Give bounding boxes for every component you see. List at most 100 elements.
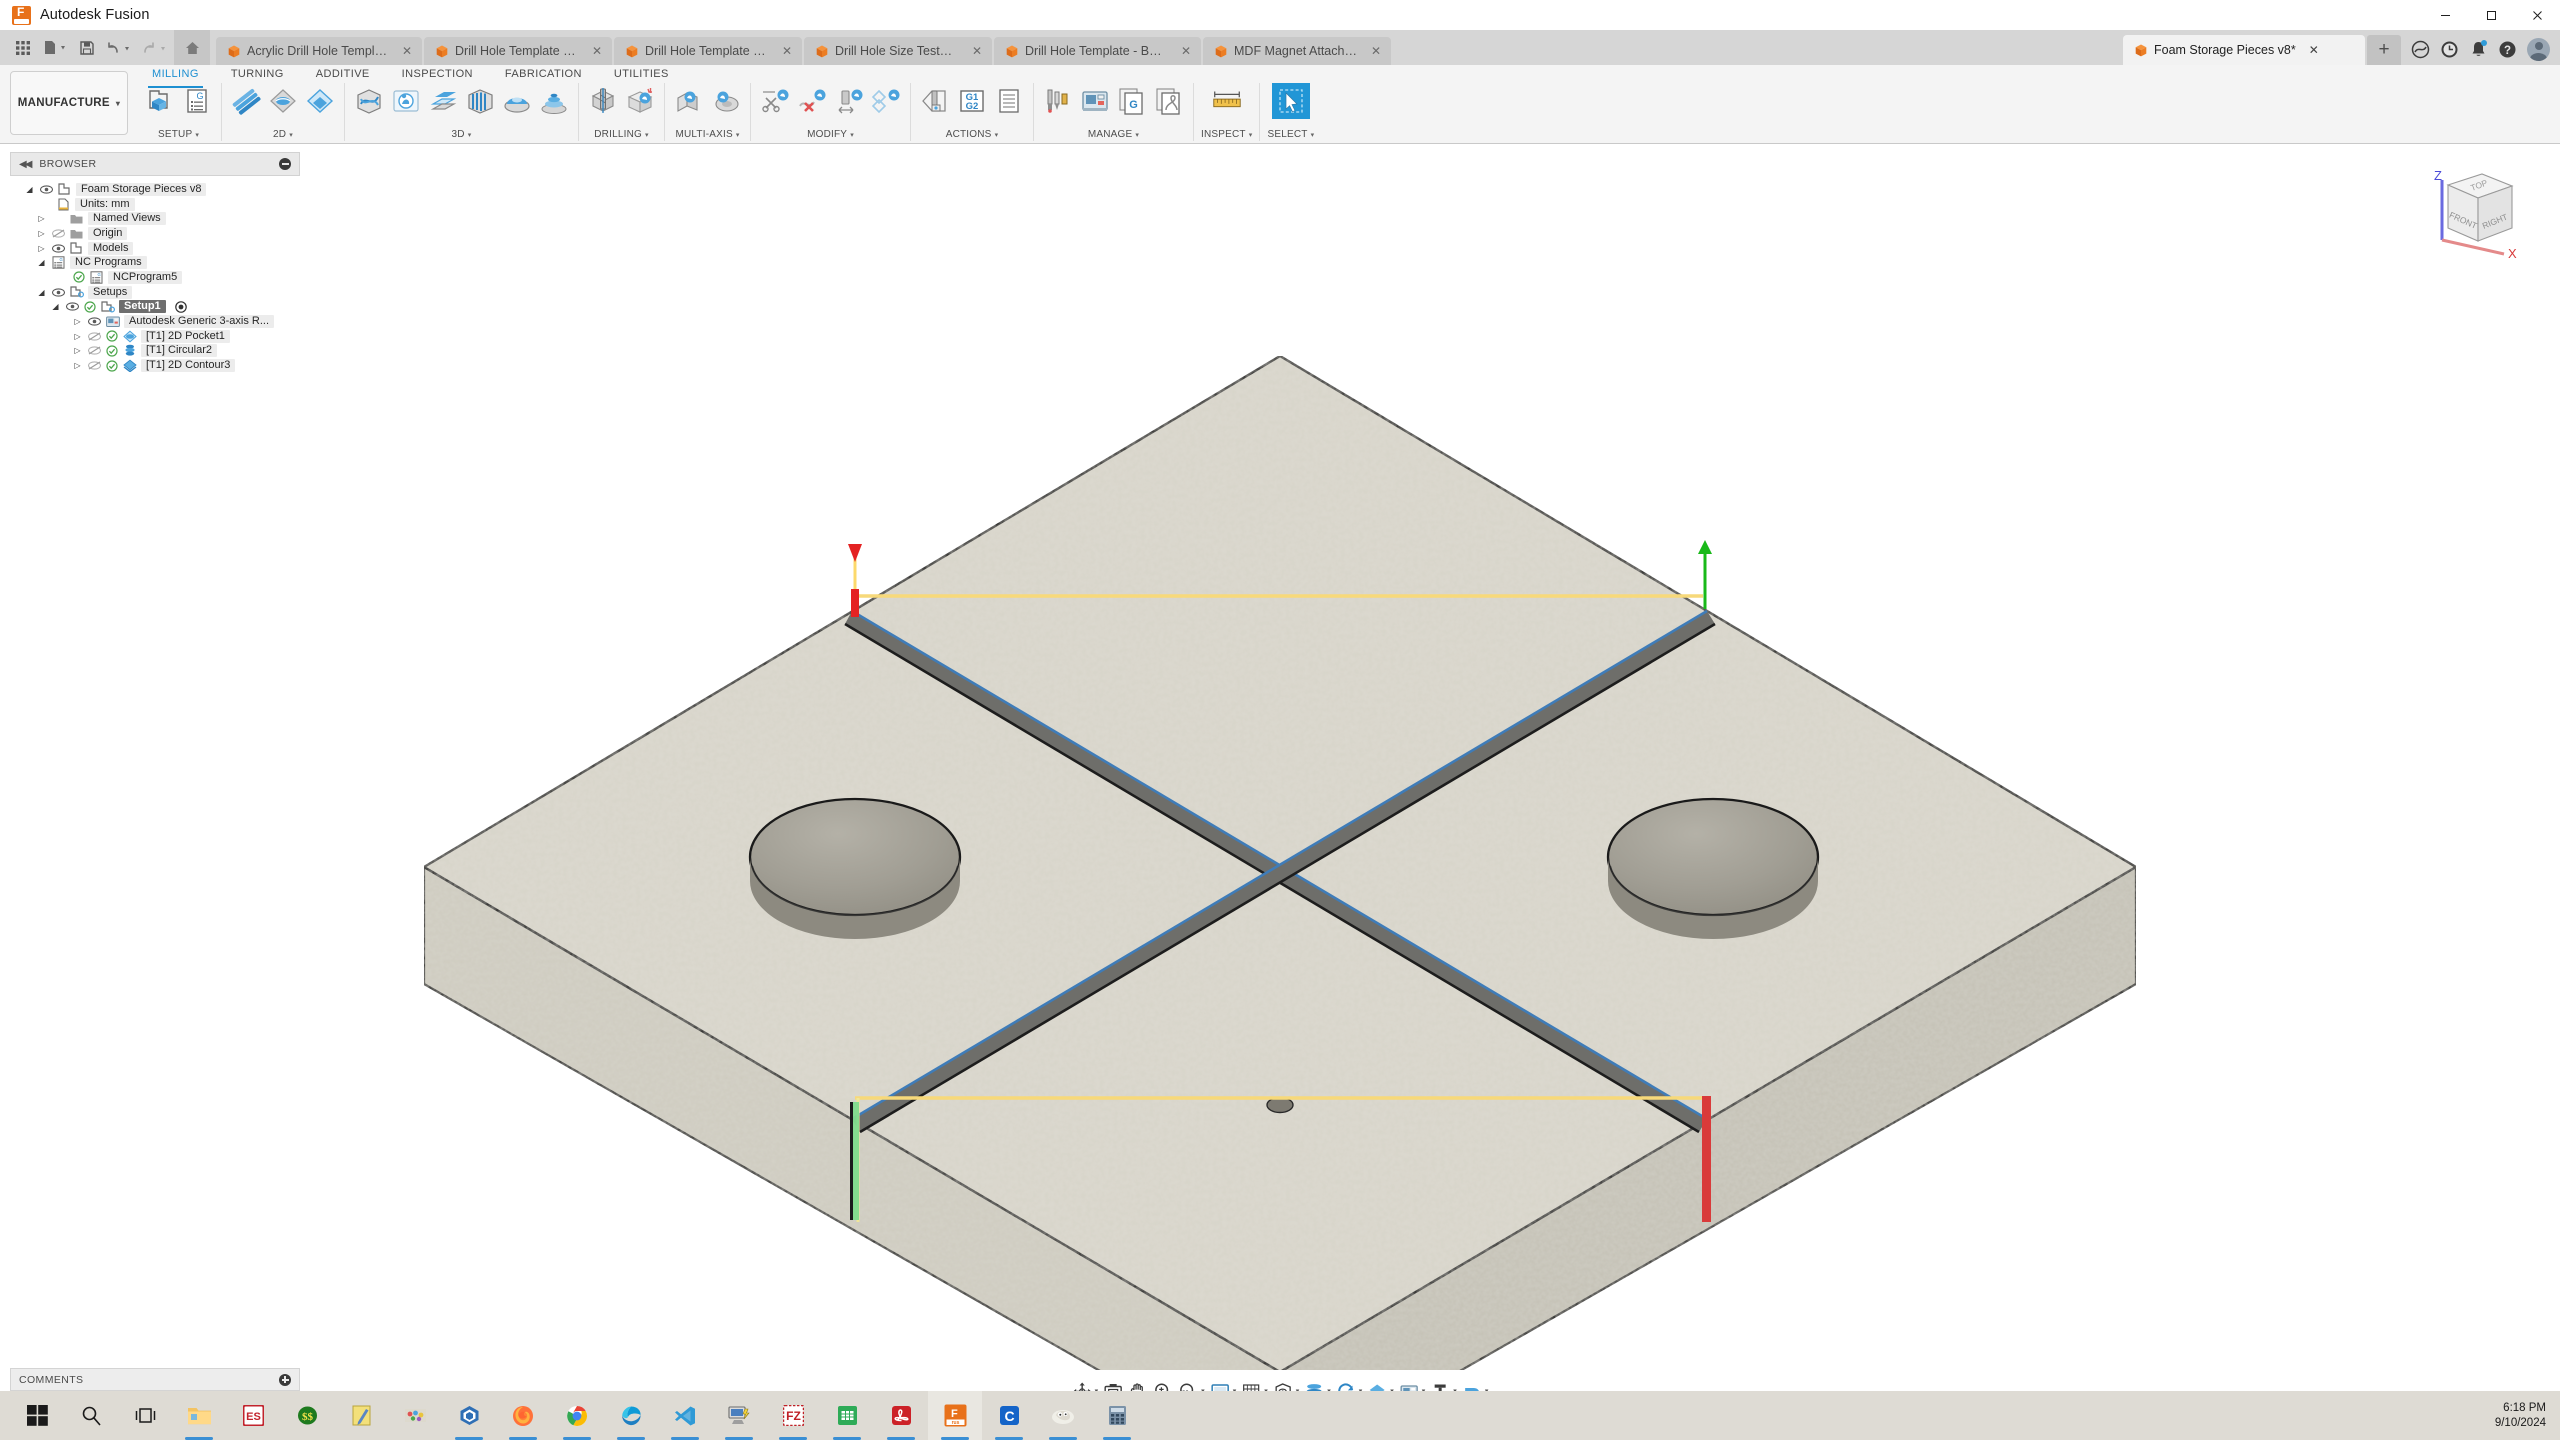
- calculator-icon[interactable]: [1090, 1391, 1144, 1440]
- ribbon-tab-utilities[interactable]: UTILITIES: [598, 65, 685, 85]
- close-button[interactable]: [2514, 0, 2560, 30]
- swarf-icon[interactable]: [672, 83, 706, 119]
- tree-node-origin[interactable]: ▷ Origin: [10, 226, 300, 241]
- expand-arrow-icon[interactable]: ▷: [36, 244, 47, 253]
- visibility-eye-icon[interactable]: [87, 316, 101, 328]
- tab-close-icon[interactable]: ✕: [782, 45, 792, 57]
- tab-close-icon[interactable]: ✕: [972, 45, 982, 57]
- view-cube[interactable]: Z X TOP FRONT RIGHT: [2420, 158, 2525, 263]
- post-process-icon[interactable]: G1 G2: [955, 83, 989, 119]
- ribbon-tab-additive[interactable]: ADDITIVE: [300, 65, 386, 85]
- tree-node-circular2[interactable]: ▷ [T1] Circular2: [10, 344, 300, 359]
- vscode-icon[interactable]: [658, 1391, 712, 1440]
- document-tab[interactable]: Drill Hole Template - Top v2 ✕: [424, 37, 612, 65]
- multi-axis-contour-icon[interactable]: [709, 83, 743, 119]
- tree-node-setup1[interactable]: ◢ Setup1: [10, 300, 300, 315]
- tab-close-icon[interactable]: ✕: [592, 45, 602, 57]
- adaptive-2d-icon[interactable]: [266, 83, 300, 119]
- job-status-icon[interactable]: [2436, 36, 2462, 62]
- simulate-icon[interactable]: [918, 83, 952, 119]
- delete-toolpath-icon[interactable]: [795, 83, 829, 119]
- tree-node-machine[interactable]: ▷ Autodesk Generic 3-axis R...: [10, 314, 300, 329]
- extend-icon[interactable]: [832, 83, 866, 119]
- document-tab[interactable]: Acrylic Drill Hole Template v10 ✕: [216, 37, 422, 65]
- expand-arrow-icon[interactable]: ▷: [72, 361, 83, 370]
- acrobat-icon[interactable]: [874, 1391, 928, 1440]
- tree-node-models[interactable]: ▷ Models: [10, 241, 300, 256]
- spiral-icon[interactable]: [537, 83, 571, 119]
- expand-arrow-icon[interactable]: ▷: [72, 317, 83, 326]
- filezilla-icon[interactable]: FZ: [766, 1391, 820, 1440]
- chevron-down-icon[interactable]: ▾: [850, 132, 854, 139]
- document-tab-active[interactable]: Foam Storage Pieces v8* ✕: [2123, 35, 2365, 65]
- parallel-icon[interactable]: [463, 83, 497, 119]
- tree-node-setups[interactable]: ◢ Setups: [10, 285, 300, 300]
- select-icon[interactable]: [1271, 83, 1310, 119]
- trim-icon[interactable]: [758, 83, 792, 119]
- tab-close-icon[interactable]: ✕: [1371, 45, 1381, 57]
- adaptive-clearing-icon[interactable]: [352, 83, 386, 119]
- taskbar-clock[interactable]: 6:18 PM 9/10/2024: [2495, 1391, 2546, 1440]
- ribbon-tab-milling[interactable]: MILLING: [136, 65, 215, 88]
- visibility-eye-hidden-icon[interactable]: [87, 345, 101, 357]
- help-icon[interactable]: ?: [2494, 36, 2520, 62]
- visibility-eye-icon[interactable]: [51, 242, 65, 254]
- search-icon[interactable]: [64, 1391, 118, 1440]
- chevron-down-icon[interactable]: ▾: [289, 132, 293, 139]
- bore-icon[interactable]: [623, 83, 657, 119]
- workspace-selector[interactable]: MANUFACTURE ▾: [10, 71, 128, 135]
- chevron-down-icon[interactable]: ▾: [1249, 132, 1253, 139]
- collapse-left-icon[interactable]: ◀◀: [19, 159, 32, 170]
- ribbon-tab-inspection[interactable]: INSPECTION: [386, 65, 489, 85]
- app-grid-icon[interactable]: [10, 35, 36, 61]
- document-tab[interactable]: Drill Hole Template #1 v8* ✕: [614, 37, 802, 65]
- chevron-down-icon[interactable]: ▾: [1135, 132, 1139, 139]
- ribbon-tab-turning[interactable]: TURNING: [215, 65, 300, 85]
- task-view-icon[interactable]: [118, 1391, 172, 1440]
- pocket-2d-icon[interactable]: [303, 83, 337, 119]
- 3d-viewport[interactable]: Z X TOP FRONT RIGHT: [0, 144, 2560, 1370]
- expand-arrow-icon[interactable]: ▷: [36, 229, 47, 238]
- activate-setup-icon[interactable]: [175, 300, 188, 313]
- tab-close-icon[interactable]: ✕: [1181, 45, 1191, 57]
- account-avatar[interactable]: [2527, 37, 2550, 61]
- pocket-clearing-icon[interactable]: [389, 83, 423, 119]
- chevron-down-icon[interactable]: ▾: [1311, 132, 1315, 139]
- chevron-down-icon[interactable]: ▾: [736, 132, 740, 139]
- fusion-icon[interactable]: Frus: [928, 1391, 982, 1440]
- plus-circle-icon[interactable]: [279, 1373, 291, 1386]
- expand-arrow-icon[interactable]: ▷: [72, 346, 83, 355]
- visibility-eye-icon[interactable]: [51, 286, 65, 298]
- horizontal-icon[interactable]: [426, 83, 460, 119]
- drill-icon[interactable]: [586, 83, 620, 119]
- tree-node-nc-programs[interactable]: ◢ G NC Programs: [10, 255, 300, 270]
- tree-node-2d-pocket1[interactable]: ▷ [T1] 2D Pocket1: [10, 329, 300, 344]
- document-tab[interactable]: Drill Hole Template - Bottom v9 ✕: [994, 37, 1201, 65]
- face-icon[interactable]: [229, 83, 263, 119]
- paint-icon[interactable]: [388, 1391, 442, 1440]
- expand-arrow-icon[interactable]: ◢: [36, 288, 47, 297]
- post-library-icon[interactable]: G: [1115, 83, 1149, 119]
- redo-icon[interactable]: [138, 35, 172, 61]
- tree-node-foam-storage-pieces[interactable]: ◢ Foam Storage Pieces v8: [10, 182, 300, 197]
- visibility-eye-hidden-icon[interactable]: [87, 360, 101, 372]
- calc-sheets-icon[interactable]: [820, 1391, 874, 1440]
- setup-sheet-icon[interactable]: [992, 83, 1026, 119]
- expand-arrow-icon[interactable]: ◢: [36, 258, 47, 267]
- tool-library-icon[interactable]: [1041, 83, 1075, 119]
- prusa-slicer-icon[interactable]: [442, 1391, 496, 1440]
- tree-node-units[interactable]: Units: mm: [10, 197, 300, 212]
- tree-node-2d-contour3[interactable]: ▷ [T1] 2D Contour3: [10, 358, 300, 373]
- edge-icon[interactable]: [604, 1391, 658, 1440]
- remote-desktop-icon[interactable]: [712, 1391, 766, 1440]
- start-icon[interactable]: [10, 1391, 64, 1440]
- visibility-eye-hidden-icon[interactable]: [87, 330, 101, 342]
- notepad-icon[interactable]: [334, 1391, 388, 1440]
- tree-node-ncprogram5[interactable]: G NCProgram5: [10, 270, 300, 285]
- comments-panel[interactable]: COMMENTS: [10, 1368, 300, 1391]
- expand-arrow-icon[interactable]: ▷: [36, 214, 47, 223]
- scallop-icon[interactable]: [500, 83, 534, 119]
- visibility-eye-icon[interactable]: [39, 183, 53, 195]
- chrome-icon[interactable]: [550, 1391, 604, 1440]
- maximize-button[interactable]: [2468, 0, 2514, 30]
